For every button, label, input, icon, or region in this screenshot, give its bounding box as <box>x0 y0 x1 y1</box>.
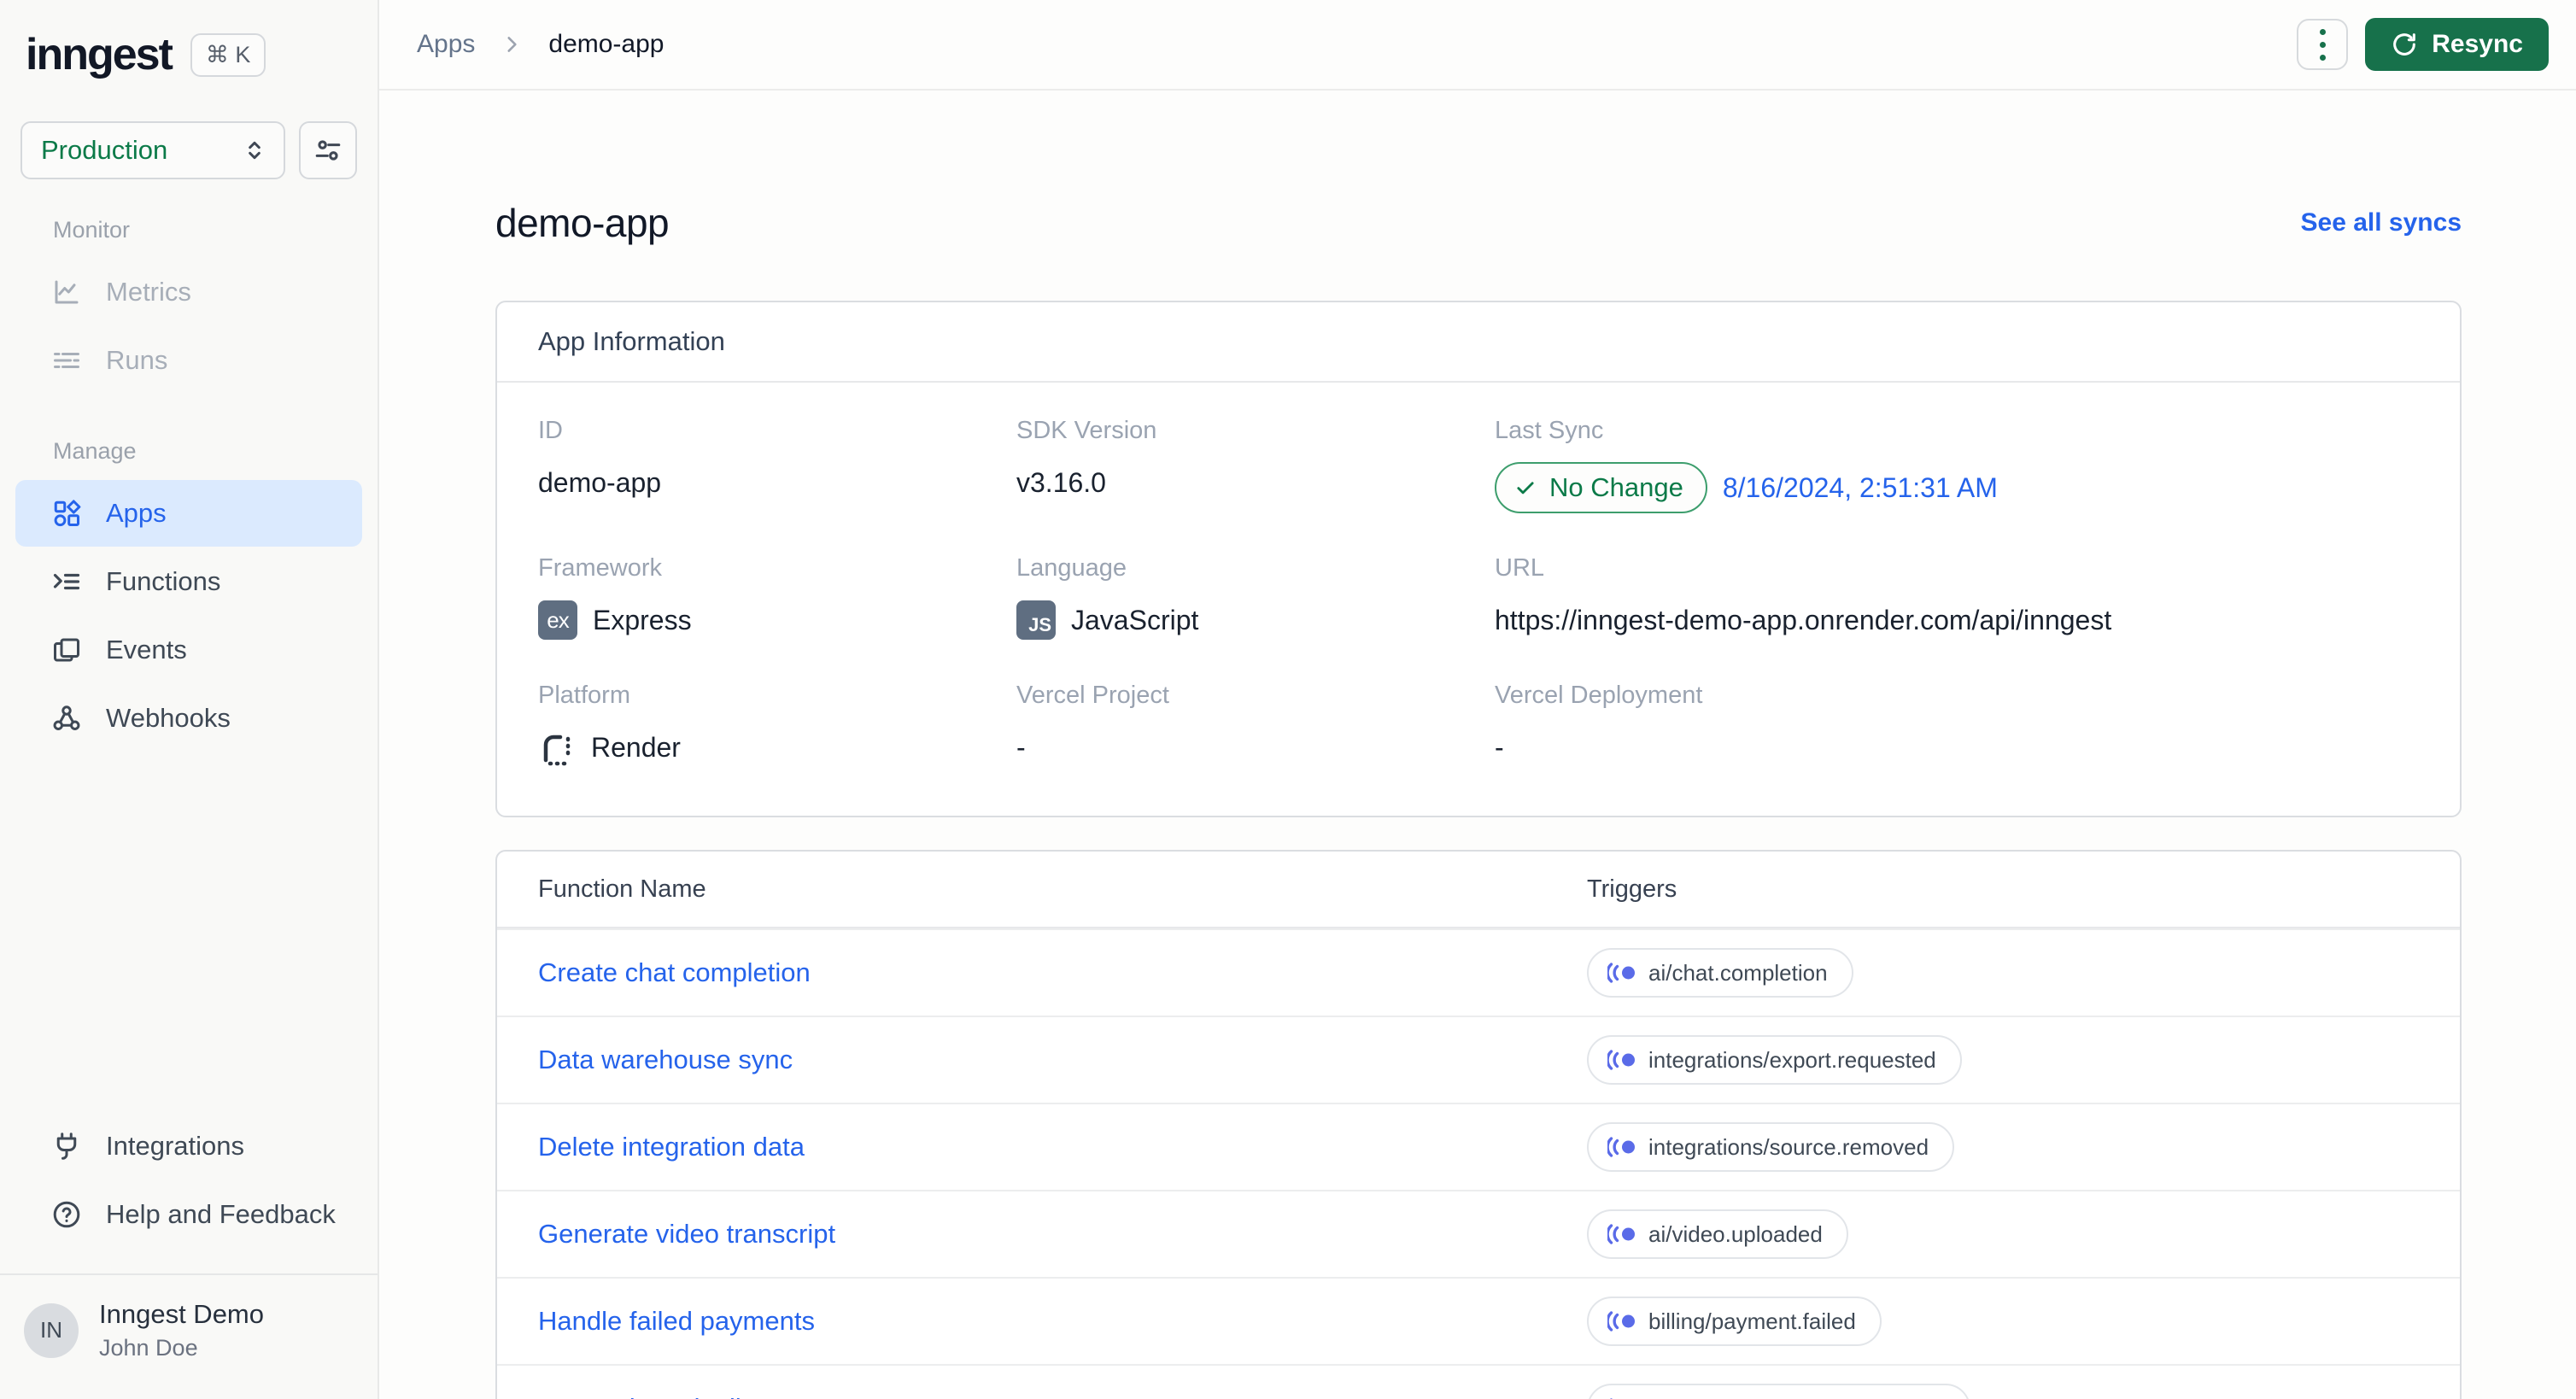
event-trigger-icon <box>1607 963 1635 983</box>
trigger-pill[interactable]: ai/chat.completion <box>1587 948 1853 998</box>
function-link[interactable]: Import data pipeline <box>538 1393 1587 1399</box>
sidebar-item-integrations[interactable]: Integrations <box>15 1113 362 1179</box>
sliders-icon <box>313 136 342 165</box>
webhooks-icon <box>51 703 82 734</box>
breadcrumb-apps[interactable]: Apps <box>417 30 475 59</box>
sidebar-item-apps[interactable]: Apps <box>15 480 362 547</box>
main-content: demo-app See all syncs App Information I… <box>379 91 2576 1399</box>
no-change-badge: No Change <box>1495 462 1707 513</box>
metrics-chart-icon <box>51 277 82 307</box>
app-information-title: App Information <box>497 302 2460 383</box>
function-link[interactable]: Create chat completion <box>538 957 1587 988</box>
user-menu[interactable]: IN Inngest Demo John Doe <box>0 1275 378 1390</box>
event-trigger-icon <box>1607 1224 1635 1244</box>
environment-selector[interactable]: Production <box>20 121 285 179</box>
sidebar: inngest ⌘ K Production Monitor Metrics R… <box>0 0 379 1399</box>
sidebar-item-functions[interactable]: Functions <box>15 548 362 615</box>
function-row: Data warehouse sync integrations/export.… <box>497 1016 2460 1103</box>
apps-grid-icon <box>51 498 82 529</box>
help-circle-icon <box>51 1199 82 1230</box>
event-trigger-icon <box>1607 1311 1635 1332</box>
environment-settings-button[interactable] <box>299 121 357 179</box>
chevron-right-icon <box>501 33 523 56</box>
function-link[interactable]: Handle failed payments <box>538 1306 1587 1337</box>
command-k-shortcut[interactable]: ⌘ K <box>190 32 266 77</box>
field-id: ID demo-app <box>538 417 662 498</box>
refresh-icon <box>2391 31 2418 58</box>
check-icon <box>1517 482 1534 495</box>
section-manage: Manage <box>53 438 137 464</box>
event-trigger-icon <box>1607 1137 1635 1157</box>
sidebar-nav: Monitor Metrics Runs Manage Apps Functio <box>0 217 378 753</box>
logo-row: inngest ⌘ K <box>0 0 378 80</box>
express-icon: ex <box>538 600 577 640</box>
functions-table-card: Function Name Triggers Create chat compl… <box>495 850 2462 1399</box>
function-row: Delete integration data integrations/sou… <box>497 1103 2460 1190</box>
sidebar-item-webhooks[interactable]: Webhooks <box>15 685 362 752</box>
section-monitor: Monitor <box>53 217 131 243</box>
sidebar-item-events[interactable]: Events <box>15 617 362 683</box>
resync-button[interactable]: Resync <box>2365 18 2549 71</box>
app-information-card: App Information ID demo-app SDK Version … <box>495 301 2462 817</box>
trigger-pill[interactable]: ai/video.uploaded <box>1587 1209 1848 1259</box>
trigger-pill[interactable]: integrations/source.connected <box>1587 1384 1970 1399</box>
events-copy-icon <box>51 635 82 665</box>
function-row: Handle failed payments billing/payment.f… <box>497 1277 2460 1364</box>
field-last-sync: Last Sync No Change 8/16/2024, 2:51:31 A… <box>1495 417 2419 513</box>
app-actions-menu-button[interactable] <box>2297 19 2349 70</box>
plug-icon <box>51 1131 82 1162</box>
runs-list-icon <box>51 345 82 376</box>
function-link[interactable]: Generate video transcript <box>538 1219 1587 1250</box>
sidebar-item-metrics[interactable]: Metrics <box>15 259 362 325</box>
user-name: John Doe <box>99 1335 198 1361</box>
chevron-updown-icon <box>241 137 268 164</box>
functions-icon <box>51 566 82 597</box>
event-trigger-icon <box>1607 1050 1635 1070</box>
function-link[interactable]: Data warehouse sync <box>538 1045 1587 1075</box>
page-title: demo-app <box>495 201 670 245</box>
function-link[interactable]: Delete integration data <box>538 1132 1587 1162</box>
trigger-pill[interactable]: integrations/export.requested <box>1587 1035 1962 1085</box>
sidebar-item-help[interactable]: Help and Feedback <box>15 1181 362 1248</box>
kebab-icon <box>2319 28 2326 61</box>
environment-label: Production <box>41 135 168 165</box>
function-row: Create chat completion ai/chat.completio… <box>497 928 2460 1016</box>
field-vercel-project: Vercel Project - <box>1016 682 1169 763</box>
avatar: IN <box>24 1302 79 1358</box>
field-vercel-deployment: Vercel Deployment - <box>1495 682 1703 763</box>
column-function-name: Function Name <box>538 875 706 903</box>
org-name: Inngest Demo <box>99 1299 264 1329</box>
topbar: Apps demo-app Resync <box>379 0 2576 91</box>
trigger-pill[interactable]: integrations/source.removed <box>1587 1122 1955 1172</box>
function-row: Import data pipeline integrations/source… <box>497 1364 2460 1399</box>
last-sync-timestamp-link[interactable]: 8/16/2024, 2:51:31 AM <box>1723 472 1998 504</box>
field-framework: Framework ex Express <box>538 554 1016 641</box>
inngest-logo[interactable]: inngest <box>26 29 173 80</box>
field-language: Language JS JavaScript <box>1016 554 1495 641</box>
javascript-icon: JS <box>1016 600 1056 640</box>
sidebar-item-runs[interactable]: Runs <box>15 327 362 394</box>
field-url: URL https://inngest-demo-app.onrender.co… <box>1495 554 2112 635</box>
breadcrumb: Apps demo-app <box>417 30 664 59</box>
breadcrumb-current: demo-app <box>548 30 664 58</box>
function-row: Generate video transcript ai/video.uploa… <box>497 1190 2460 1277</box>
trigger-pill[interactable]: billing/payment.failed <box>1587 1297 1882 1346</box>
see-all-syncs-link[interactable]: See all syncs <box>2301 208 2462 237</box>
column-triggers: Triggers <box>1587 875 1677 903</box>
field-sdk-version: SDK Version v3.16.0 <box>1016 417 1157 498</box>
render-icon <box>538 729 576 766</box>
field-platform: Platform Render <box>538 682 1016 768</box>
